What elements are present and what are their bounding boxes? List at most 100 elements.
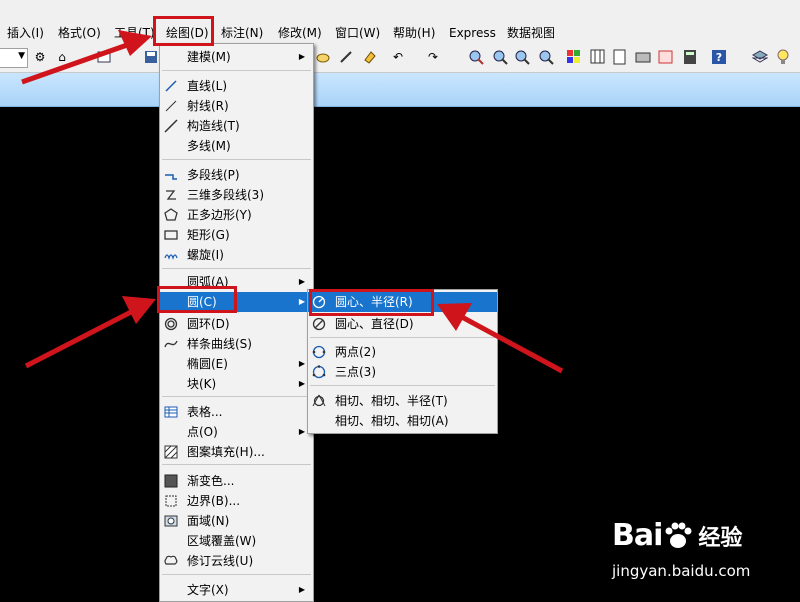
menu-item-ray[interactable]: 射线(R) [160,96,313,116]
annotation-box-draw-menu [153,16,214,46]
ray-icon [163,98,179,114]
submenu-arrow-icon: ▶ [298,379,305,388]
menu-item-boundary[interactable]: 边界(B)... [160,491,313,511]
circle-center-diameter-icon [311,316,327,332]
menu-item-revision-cloud[interactable]: 修订云线(U) [160,551,313,571]
tool-palette-icon[interactable] [635,49,651,65]
zoom-realtime-icon[interactable] [468,49,484,65]
dropdown-icon: ▼ [18,51,25,61]
menu-format[interactable]: 格式(O) [58,24,101,42]
menu-separator [162,396,311,397]
boundary-icon [163,493,179,509]
workspace-dropdown[interactable]: ▼ [0,48,28,68]
menu-tools[interactable]: 工具(T) [114,24,155,42]
region-icon [163,513,179,529]
layers-icon[interactable] [752,49,768,65]
polygon-icon [163,207,179,223]
rectangle-icon[interactable] [96,49,112,65]
menu-item-polygon[interactable]: 正多边形(Y) [160,205,313,225]
hatch-icon [163,444,179,460]
menu-item-line[interactable]: 直线(L) [160,76,313,96]
submenu-item-tan-tan-tan[interactable]: 相切、相切、相切(A) [308,411,497,431]
gear-icon[interactable]: ⚙ [32,49,48,65]
menu-separator [162,70,311,71]
menu-separator [310,385,495,386]
watermark-url: jingyan.baidu.com [612,562,751,580]
menu-bar: 插入(I) 格式(O) 工具(T) 绘图(D) 标注(N) 修改(M) 窗口(W… [0,0,800,42]
menu-insert[interactable]: 插入(I) [7,24,44,42]
submenu-item-tan-tan-radius[interactable]: 相切、相切、半径(T) [308,391,497,411]
menu-item-hatch[interactable]: 图案填充(H)... [160,442,313,462]
menu-item-text[interactable]: 文字(X) ▶ [160,580,313,600]
toolbar: ▼ ⚙ ⌂ ↶ ↷ ? [0,42,800,73]
menu-separator [162,464,311,465]
menu-separator [162,574,311,575]
polyline-icon [163,167,179,183]
menu-dimension[interactable]: 标注(N) [221,24,263,42]
menu-separator [310,337,495,338]
revision-cloud-icon [163,553,179,569]
calculator-icon[interactable] [682,49,698,65]
menu-item-multiline[interactable]: 多线(M) [160,136,313,156]
submenu-arrow-icon: ▶ [298,52,305,61]
annotation-box-center-radius [309,289,434,316]
redo-icon[interactable]: ↷ [425,49,441,65]
menu-item-spline[interactable]: 样条曲线(S) [160,334,313,354]
menu-item-table[interactable]: 表格... [160,402,313,422]
menu-item-gradient[interactable]: 渐变色... [160,471,313,491]
eraser-icon[interactable] [362,49,378,65]
menu-modify[interactable]: 修改(M) [278,24,322,42]
circle-2point-icon [311,344,327,360]
menu-window[interactable]: 窗口(W) [335,24,380,42]
3d-polyline-icon [163,187,179,203]
annotation-box-circle-item [157,286,237,313]
submenu-arrow-icon: ▶ [298,297,305,306]
menu-item-helix[interactable]: 螺旋(I) [160,245,313,265]
submenu-item-center-diameter[interactable]: 圆心、直径(D) [308,314,497,334]
palette-icon[interactable] [566,49,582,65]
menu-item-wipeout[interactable]: 区域覆盖(W) [160,531,313,551]
menu-help[interactable]: 帮助(H) [393,24,435,42]
menu-data-view[interactable]: 数据视图 [507,24,555,42]
submenu-item-three-points[interactable]: 三点(3) [308,362,497,382]
menu-item-polyline[interactable]: 多段线(P) [160,165,313,185]
menu-item-donut[interactable]: 圆环(D) [160,314,313,334]
zoom-window-icon[interactable] [492,49,508,65]
circle-3point-icon [311,364,327,380]
help-icon[interactable]: ? [711,49,727,65]
helix-icon [163,247,179,263]
spline-icon [163,336,179,352]
menu-item-rectangle[interactable]: 矩形(G) [160,225,313,245]
menu-item-region[interactable]: 面域(N) [160,511,313,531]
draw-menu: 建模(M) ▶ 直线(L) 射线(R) 构造线(T) 多线(M) 多段线(P) 三… [159,43,314,602]
submenu-arrow-icon: ▶ [298,427,305,436]
menu-item-ellipse[interactable]: 椭圆(E) ▶ [160,354,313,374]
menu-item-construction-line[interactable]: 构造线(T) [160,116,313,136]
menu-express[interactable]: Express [449,24,496,42]
menu-item-point[interactable]: 点(O) ▶ [160,422,313,442]
design-center-icon[interactable] [612,49,628,65]
menu-item-block[interactable]: 块(K) ▶ [160,374,313,394]
line-icon [163,78,179,94]
construction-line-icon [163,118,179,134]
cloud-icon[interactable] [315,49,331,65]
menu-separator [162,268,311,269]
home-icon[interactable]: ⌂ [54,49,70,65]
paw-icon [662,521,694,551]
submenu-item-two-points[interactable]: 两点(2) [308,342,497,362]
grid-icon[interactable] [590,49,606,65]
bulb-icon[interactable] [775,49,791,65]
circle-ttr-icon [311,393,327,409]
save-icon[interactable] [143,49,159,65]
watermark-brand: Bai [612,518,663,553]
submenu-arrow-icon: ▶ [298,359,305,368]
svg-text:?: ? [716,51,722,64]
zoom-extents-icon[interactable] [538,49,554,65]
menu-item-3d-polyline[interactable]: 三维多段线(3) [160,185,313,205]
pencil-icon[interactable] [338,49,354,65]
undo-icon[interactable]: ↶ [390,49,406,65]
zoom-previous-icon[interactable] [514,49,530,65]
menu-item-modeling[interactable]: 建模(M) ▶ [160,47,313,67]
gradient-icon [163,473,179,489]
sheet-set-icon[interactable] [658,49,674,65]
